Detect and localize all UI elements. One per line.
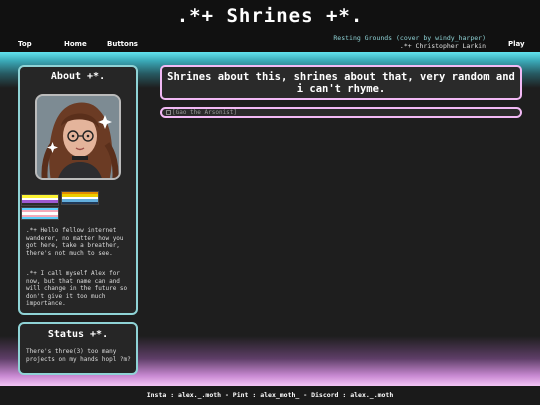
bio-paragraph: .*+ I call myself Alex for now, but that… (26, 270, 128, 308)
now-playing-artist: .*+ Christopher Larkin (399, 42, 486, 50)
shrine-link-alt-text: [Gao the Arsonist] (172, 109, 238, 116)
status-title: Status +*. (47, 329, 109, 340)
nav-home-link[interactable]: Home (64, 40, 87, 48)
bio-paragraph: .*+ Hello fellow internet wanderer, no m… (26, 227, 124, 257)
shrine-link-gao[interactable]: [Gao the Arsonist] (160, 107, 522, 118)
site-title: .*+ Shrines +*. (176, 5, 364, 27)
aroace-flag-icon (61, 191, 99, 205)
broken-image-icon (166, 110, 171, 115)
avatar-illustration-icon (37, 96, 119, 178)
nav-buttons-link[interactable]: Buttons (107, 40, 138, 48)
footer-socials: Insta : alex._.moth - Pint : alex_moth_ … (0, 386, 540, 405)
status-panel: Status +*. There's three(3) too many pro… (18, 322, 138, 375)
page-headline: Shrines about this, shrines about that, … (160, 65, 522, 100)
trans-flag-icon (21, 207, 59, 220)
avatar (35, 94, 121, 180)
status-text: There's three(3) too many projects on my… (26, 348, 131, 363)
now-playing-song: Resting Grounds (cover by windy_harper) (333, 34, 486, 42)
about-title: About +*. (50, 71, 106, 82)
about-panel: About +*. .*+ Hello fellow internet wand… (18, 65, 138, 315)
nonbinary-flag-icon (21, 194, 59, 206)
site-header: .*+ Shrines +*. Top Home Buttons Resting… (0, 0, 540, 52)
nav-top-link[interactable]: Top (18, 40, 32, 48)
play-button[interactable]: Play (508, 40, 525, 48)
